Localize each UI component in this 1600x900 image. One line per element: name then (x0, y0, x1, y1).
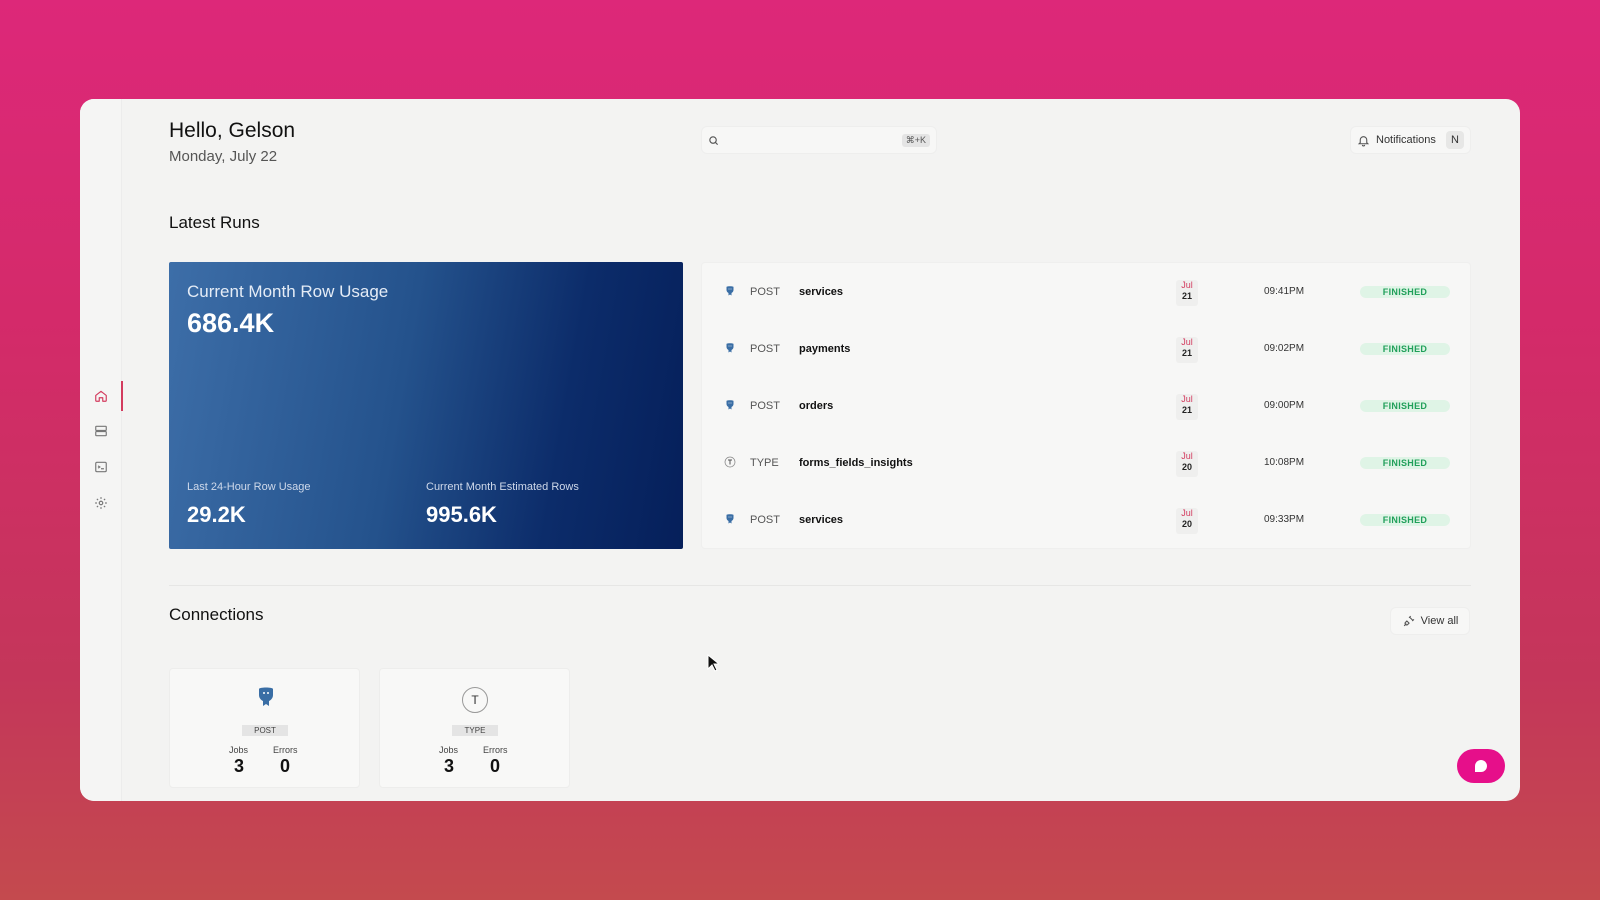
latest-runs-list: POST services Jul 21 09:41PM FINISHED POS… (701, 262, 1471, 549)
run-time: 09:00PM (1264, 400, 1305, 411)
run-row[interactable]: POST orders Jul 21 09:00PM FINISHED (702, 377, 1472, 434)
last24-label: Last 24-Hour Row Usage (187, 481, 311, 493)
errors-label: Errors (273, 745, 298, 755)
run-date: Jul 21 (1176, 280, 1198, 306)
jobs-count: 3 (234, 756, 245, 776)
main-content: Hello, Gelson Monday, July 22 ⌘+K Notifi… (80, 99, 1520, 801)
search-icon (709, 135, 719, 145)
postgres-icon (724, 342, 736, 357)
run-time: 10:08PM (1264, 457, 1305, 468)
run-type: POST (750, 343, 780, 355)
view-all-button[interactable]: View all (1390, 607, 1470, 635)
chat-bubble-icon (1475, 760, 1487, 772)
app-window: Hello, Gelson Monday, July 22 ⌘+K Notifi… (80, 99, 1520, 801)
run-date: Jul 21 (1176, 337, 1198, 363)
run-date: Jul 20 (1176, 451, 1198, 477)
jobs-label: Jobs (229, 745, 249, 755)
row-usage-card: Current Month Row Usage 686.4K Last 24-H… (169, 262, 683, 549)
jobs-label: Jobs (439, 745, 459, 755)
postgres-icon (254, 685, 278, 714)
connection-badge: TYPE (452, 725, 498, 736)
run-time: 09:41PM (1264, 286, 1305, 297)
run-name: payments (799, 343, 851, 355)
usage-title: Current Month Row Usage (187, 282, 389, 301)
chat-button[interactable] (1457, 749, 1505, 783)
user-avatar[interactable]: N (1446, 131, 1464, 149)
usage-value: 686.4K (187, 308, 275, 338)
errors-label: Errors (483, 745, 508, 755)
run-type: TYPE (750, 457, 779, 469)
plug-icon (1403, 615, 1414, 626)
run-time: 09:02PM (1264, 343, 1305, 354)
estimated-value: 995.6K (426, 502, 497, 527)
view-all-label: View all (1420, 615, 1459, 627)
run-row[interactable]: TYPE forms_fields_insights Jul 20 10:08PM… (702, 434, 1472, 491)
connection-card-type[interactable]: T TYPE Jobs Errors 3 0 (379, 668, 570, 788)
run-date: Jul 20 (1176, 508, 1198, 534)
run-row[interactable]: POST payments Jul 21 09:02PM FINISHED (702, 320, 1472, 377)
status-badge: FINISHED (1360, 400, 1450, 412)
notifications-button[interactable]: Notifications N (1350, 126, 1471, 154)
run-row[interactable]: POST services Jul 21 09:41PM FINISHED (702, 263, 1472, 320)
run-name: services (799, 514, 844, 526)
greeting-title: Hello, Gelson (169, 119, 296, 142)
errors-count: 0 (280, 756, 291, 776)
errors-count: 0 (490, 756, 501, 776)
run-type: POST (750, 514, 780, 526)
run-type: POST (750, 286, 780, 298)
jobs-count: 3 (444, 756, 455, 776)
mouse-cursor-icon (707, 654, 719, 672)
run-name: orders (799, 400, 834, 412)
current-date: Monday, July 22 (169, 148, 278, 165)
run-name: forms_fields_insights (799, 457, 913, 469)
run-row[interactable]: POST services Jul 20 09:33PM FINISHED (702, 491, 1472, 548)
latest-runs-title: Latest Runs (169, 213, 260, 232)
bell-icon (1357, 135, 1370, 146)
section-divider (169, 585, 1471, 586)
status-badge: FINISHED (1360, 457, 1450, 469)
typeform-icon: T (462, 687, 488, 713)
postgres-icon (724, 399, 736, 414)
postgres-icon (724, 513, 736, 528)
typeform-icon (724, 456, 736, 471)
run-date: Jul 21 (1176, 394, 1198, 420)
estimated-label: Current Month Estimated Rows (426, 481, 579, 493)
last24-value: 29.2K (187, 502, 246, 527)
status-badge: FINISHED (1360, 343, 1450, 355)
search-input[interactable]: ⌘+K (701, 126, 937, 154)
status-badge: FINISHED (1360, 514, 1450, 526)
connection-badge: POST (242, 725, 288, 736)
connections-title: Connections (169, 605, 264, 624)
search-shortcut-badge: ⌘+K (901, 133, 930, 147)
notifications-label: Notifications (1376, 134, 1436, 146)
run-type: POST (750, 400, 780, 412)
postgres-icon (724, 285, 736, 300)
connection-card-post[interactable]: POST Jobs Errors 3 0 (169, 668, 360, 788)
status-badge: FINISHED (1360, 286, 1450, 298)
run-name: services (799, 286, 844, 298)
run-time: 09:33PM (1264, 514, 1305, 525)
